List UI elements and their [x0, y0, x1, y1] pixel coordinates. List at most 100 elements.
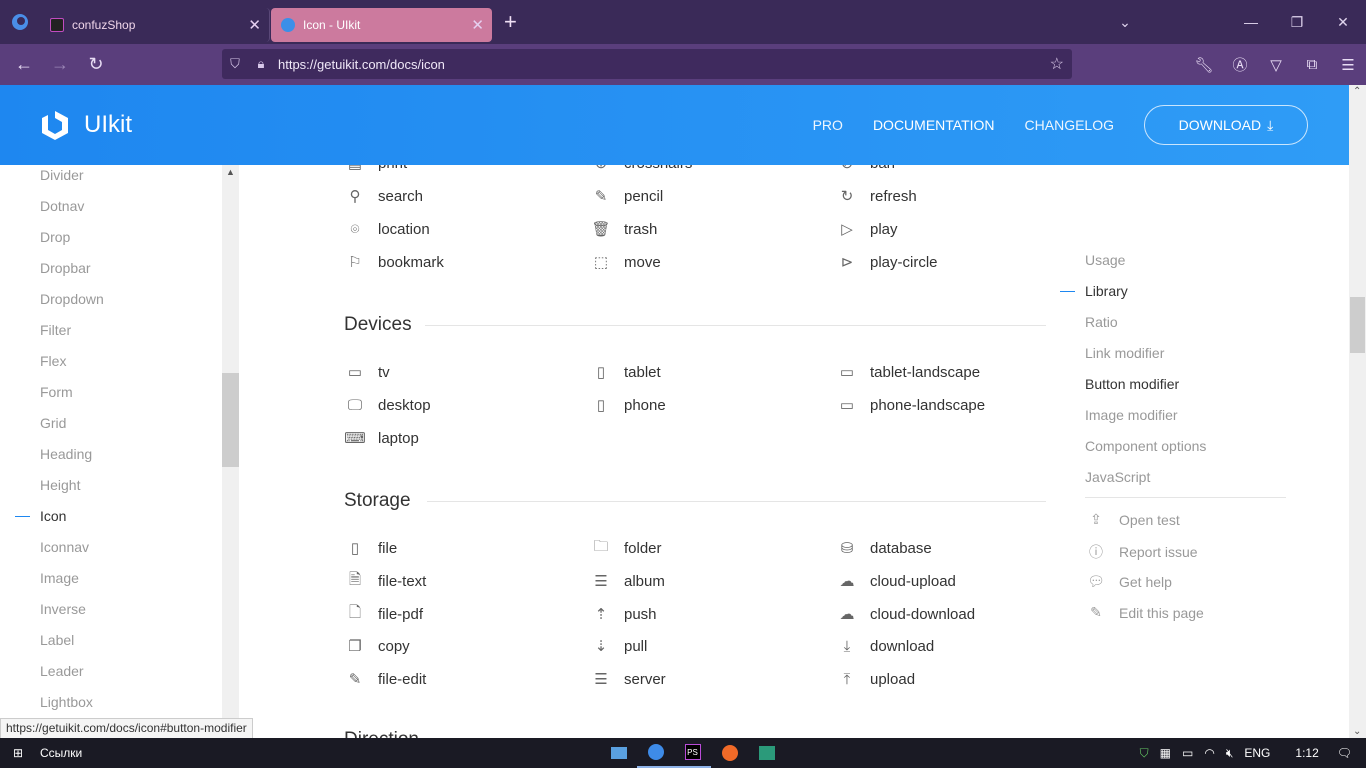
toc-link-modifier[interactable]: Link modifier — [1085, 345, 1164, 361]
toc-usage[interactable]: Usage — [1085, 252, 1125, 268]
shield-icon[interactable]: ⛉ — [222, 56, 248, 72]
defender-icon[interactable]: ⛉ — [1140, 746, 1149, 761]
page-scrollbar[interactable]: ⌃ ⌄ — [1349, 85, 1366, 738]
tab-icon-uikit[interactable]: Icon - UIkit ✕ — [271, 7, 492, 42]
new-tab-icon[interactable]: + — [504, 9, 517, 35]
sidebar-item-label[interactable]: Label — [0, 630, 239, 661]
toc-library[interactable]: Library — [1085, 283, 1128, 299]
nav-documentation[interactable]: DOCUMENTATION — [873, 117, 995, 133]
scroll-up-icon[interactable]: ▲ — [226, 167, 235, 177]
icon-item: ⚐ bookmark — [344, 252, 444, 272]
icon-label: move — [624, 253, 661, 271]
lock-icon[interactable]: 🔒︎ — [248, 56, 274, 72]
sidebar-item-image[interactable]: Image — [0, 568, 239, 599]
show-desktop-icon[interactable] — [600, 738, 637, 768]
firefox-taskbar-icon[interactable] — [637, 738, 674, 768]
nav-pro[interactable]: PRO — [813, 117, 843, 133]
restore-icon[interactable]: ❐ — [1274, 14, 1320, 31]
download-button[interactable]: DOWNLOAD ⤓ — [1144, 105, 1308, 145]
phpstorm-taskbar-icon[interactable]: PS — [674, 738, 711, 768]
bookmark-icon: ⚐ — [348, 254, 362, 271]
terminal-taskbar-icon[interactable] — [748, 738, 785, 768]
sidebar-item-dotnav[interactable]: Dotnav — [0, 196, 239, 227]
language-indicator[interactable]: ENG — [1244, 746, 1270, 760]
get-help-link[interactable]: 💬︎ Get help — [1085, 573, 1172, 590]
sidebar-item-drop[interactable]: Drop — [0, 227, 239, 258]
url-text[interactable]: https://getuikit.com/docs/icon — [278, 57, 445, 72]
vue-extension-icon[interactable]: ▽ — [1258, 56, 1294, 74]
firefox-menu-icon[interactable] — [0, 0, 40, 44]
icon-label: upload — [870, 670, 916, 688]
phone-icon: ▯ — [596, 397, 606, 414]
sidebar-item-inverse[interactable]: Inverse — [0, 599, 239, 630]
print-icon: ▤ — [344, 165, 366, 173]
uikit-logo[interactable]: UIkit — [40, 109, 132, 141]
report-issue-link[interactable]: ⓘ Report issue — [1085, 542, 1198, 562]
close-tab-icon[interactable]: ✕ — [471, 16, 484, 34]
toc-image-modifier[interactable]: Image modifier — [1085, 407, 1178, 423]
icon-label: download — [870, 637, 935, 655]
sidebar-item-grid[interactable]: Grid — [0, 413, 239, 444]
icon-item: ⊳ play-circle — [836, 252, 938, 272]
edit-page-link[interactable]: ✎ Edit this page — [1085, 604, 1204, 621]
sidebar-item-dropdown[interactable]: Dropdown — [0, 289, 239, 320]
clock[interactable]: 1:12 — [1295, 746, 1318, 760]
account-icon[interactable]: Ⓐ — [1222, 54, 1258, 75]
open-test-link[interactable]: ⇪ Open test — [1085, 511, 1180, 528]
url-bar[interactable]: ⛉ 🔒︎ https://getuikit.com/docs/icon ☆ — [222, 49, 1072, 79]
sidebar-item-iconnav[interactable]: Iconnav — [0, 537, 239, 568]
icon-label: phone — [624, 396, 666, 414]
forward-icon[interactable]: → — [42, 54, 78, 75]
desktop-icon: 🖵︎ — [347, 396, 363, 414]
list-tabs-icon[interactable]: ⌄ — [1102, 14, 1148, 31]
sidebar-item-filter[interactable]: Filter — [0, 320, 239, 351]
toc-ratio[interactable]: Ratio — [1085, 314, 1118, 330]
minimize-icon[interactable]: — — [1228, 14, 1274, 30]
icon-label: file-pdf — [378, 605, 424, 623]
icon-item: ▯ phone — [590, 395, 666, 415]
extensions-icon[interactable]: ⧉ — [1294, 56, 1330, 73]
share-icon: ⇪ — [1090, 511, 1102, 527]
toc-component-options[interactable]: Component options — [1085, 438, 1206, 454]
back-icon[interactable]: ← — [6, 54, 42, 75]
reload-icon[interactable]: ↻ — [78, 54, 114, 75]
wifi-icon[interactable]: ◠ — [1204, 746, 1214, 760]
copy-icon: ❐ — [348, 638, 362, 655]
close-tab-icon[interactable]: ✕ — [248, 16, 261, 34]
sidebar-item-height[interactable]: Height — [0, 475, 239, 506]
sidebar-scroll-thumb[interactable] — [222, 373, 239, 467]
toc-button-modifier[interactable]: Button modifier — [1085, 376, 1179, 392]
sidebar-item-form[interactable]: Form — [0, 382, 239, 413]
wrench-icon[interactable]: 🔧︎ — [1186, 56, 1222, 74]
close-window-icon[interactable]: ✕ — [1320, 14, 1366, 31]
site-header: UIkit PRO DOCUMENTATION CHANGELOG DOWNLO… — [0, 85, 1349, 165]
sidebar-scrollbar[interactable]: ▲ — [222, 165, 239, 738]
bookmark-star-icon[interactable]: ☆ — [1050, 54, 1064, 74]
links-toolbar[interactable]: Ссылки — [40, 746, 82, 760]
sidebar-item-divider[interactable]: Divider — [0, 165, 239, 196]
keyboard-icon[interactable]: ▦ — [1160, 746, 1171, 760]
tab-confuzshop[interactable]: confuzShop ✕ — [40, 7, 270, 42]
sidebar-item-icon[interactable]: Icon — [0, 506, 239, 537]
sidebar-item-dropbar[interactable]: Dropbar — [0, 258, 239, 289]
volume-muted-icon[interactable]: 🔇︎ — [1226, 746, 1234, 761]
icon-item: 🗑︎ trash — [590, 219, 657, 239]
nav-changelog[interactable]: CHANGELOG — [1025, 117, 1114, 133]
sidebar-item-flex[interactable]: Flex — [0, 351, 239, 382]
album-icon: ☰ — [594, 573, 608, 590]
icon-item: ↻ refresh — [836, 186, 917, 206]
sidebar-item-heading[interactable]: Heading — [0, 444, 239, 475]
notifications-icon[interactable]: 🗨︎ — [1337, 746, 1352, 760]
windows-start-icon[interactable]: ⊞ — [0, 746, 36, 760]
hamburger-menu-icon[interactable]: ☰ — [1330, 56, 1366, 74]
scroll-up-icon[interactable]: ⌃ — [1353, 86, 1361, 97]
icon-label: desktop — [378, 396, 431, 414]
icon-label: album — [624, 572, 665, 590]
sidebar-item-leader[interactable]: Leader — [0, 661, 239, 692]
window-controls: ⌄ — ❐ ✕ — [1102, 0, 1366, 44]
page-scroll-thumb[interactable] — [1350, 297, 1365, 353]
scroll-down-icon[interactable]: ⌄ — [1353, 726, 1361, 737]
git-client-taskbar-icon[interactable] — [711, 738, 748, 768]
toc-javascript[interactable]: JavaScript — [1085, 469, 1150, 485]
battery-icon[interactable]: ▭ — [1182, 746, 1193, 760]
